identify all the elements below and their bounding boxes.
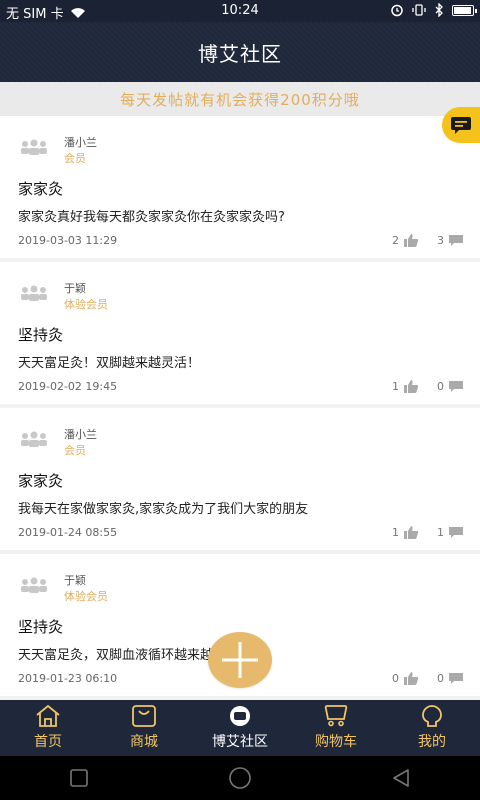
thumbs-up-icon[interactable] [403, 379, 419, 393]
bluetooth-icon [435, 3, 443, 17]
thumbs-up-icon[interactable] [403, 525, 419, 539]
tab-home[interactable]: 首页 [0, 700, 96, 756]
recent-apps-icon[interactable] [68, 767, 90, 789]
comment-count: 0 [437, 671, 444, 685]
post-body: 家家灸真好我每天都灸家家灸你在灸家家灸吗? [18, 210, 285, 225]
tab-mine-label: 我的 [418, 734, 446, 750]
avatar-placeholder-icon [21, 285, 47, 301]
tab-cart[interactable]: 购物车 [288, 700, 384, 756]
like-count: 2 [392, 233, 399, 247]
post-stats: 1 0 [392, 379, 464, 393]
home-nav-icon[interactable] [227, 765, 253, 791]
tab-community-label: 博艾社区 [212, 734, 268, 750]
back-icon[interactable] [390, 767, 412, 789]
promo-banner: 每天发帖就有机会获得200积分哦 [0, 82, 480, 116]
vibrate-icon [412, 4, 426, 16]
post-body: 我每天在家做家家灸,家家灸成为了我们大家的朋友 [18, 502, 309, 517]
comment-icon[interactable] [448, 380, 464, 393]
alarm-icon [391, 4, 403, 17]
tab-cart-label: 购物车 [315, 734, 357, 750]
post-title: 坚持灸 [18, 326, 64, 344]
comment-count: 3 [437, 233, 444, 247]
chat-button[interactable] [442, 107, 480, 143]
chat-bubble-icon [451, 117, 471, 134]
thumbs-up-icon[interactable] [403, 233, 419, 247]
post-author[interactable]: 潘小兰 [64, 426, 97, 442]
post-feed[interactable]: 潘小兰 会员 家家灸 家家灸真好我每天都灸家家灸你在灸家家灸吗? 2019-03… [0, 116, 480, 700]
post-stats: 1 1 [392, 525, 464, 539]
avatar-placeholder-icon [21, 139, 47, 155]
bag-icon [132, 705, 156, 727]
status-bar: 无 SIM 卡 10:24 [0, 0, 480, 22]
member-level: 体验会员 [64, 298, 108, 311]
like-count: 0 [392, 671, 399, 685]
post-stats: 2 3 [392, 233, 464, 247]
post-date: 2019-01-24 08:55 [18, 526, 118, 539]
post-date: 2019-02-02 19:45 [18, 380, 118, 393]
post-stats: 0 0 [392, 671, 464, 685]
comment-icon[interactable] [448, 526, 464, 539]
comment-icon[interactable] [448, 672, 464, 685]
post-card[interactable]: 于颖 体验会员 坚持灸 天天富足灸！双脚越来越灵活！ 2019-02-02 19… [0, 262, 480, 404]
post-title: 坚持灸 [18, 618, 64, 636]
comment-count: 0 [437, 379, 444, 393]
bottom-tab-bar: 首页 商城 博艾社区 购物车 我的 [0, 700, 480, 756]
comment-icon[interactable] [448, 234, 464, 247]
post-title: 家家灸 [18, 180, 64, 198]
home-icon [36, 705, 60, 727]
profile-icon [422, 705, 442, 727]
community-icon [230, 706, 250, 726]
cart-icon [324, 705, 348, 727]
system-nav-bar [0, 756, 480, 800]
member-level: 会员 [64, 152, 86, 165]
plus-icon [222, 642, 258, 678]
like-count: 1 [392, 525, 399, 539]
post-body: 天天富足灸！双脚越来越灵活！ [18, 356, 201, 371]
page-title: 博艾社区 [198, 41, 282, 66]
battery-icon [452, 4, 477, 16]
tab-mall[interactable]: 商城 [96, 700, 192, 756]
comment-count: 1 [437, 525, 444, 539]
thumbs-up-icon[interactable] [403, 671, 419, 685]
member-level: 会员 [64, 444, 86, 457]
post-author[interactable]: 潘小兰 [64, 134, 97, 150]
post-card[interactable]: 潘小兰 会员 家家灸 我每天在家做家家灸,家家灸成为了我们大家的朋友 2019-… [0, 408, 480, 550]
like-count: 1 [392, 379, 399, 393]
tab-mine[interactable]: 我的 [384, 700, 480, 756]
tab-home-label: 首页 [34, 734, 62, 750]
tab-community[interactable]: 博艾社区 [192, 700, 288, 756]
post-date: 2019-01-23 06:10 [18, 672, 118, 685]
post-date: 2019-03-03 11:29 [18, 234, 118, 247]
tab-mall-label: 商城 [130, 734, 158, 750]
post-title: 家家灸 [18, 472, 64, 490]
post-author[interactable]: 于颖 [64, 572, 86, 588]
avatar-placeholder-icon [21, 577, 47, 593]
post-author[interactable]: 于颖 [64, 280, 86, 296]
member-level: 体验会员 [64, 590, 108, 603]
new-post-button[interactable] [208, 632, 272, 688]
app-header: 博艾社区 [0, 22, 480, 82]
avatar-placeholder-icon [21, 431, 47, 447]
post-card[interactable]: 潘小兰 会员 家家灸 家家灸真好我每天都灸家家灸你在灸家家灸吗? 2019-03… [0, 116, 480, 258]
